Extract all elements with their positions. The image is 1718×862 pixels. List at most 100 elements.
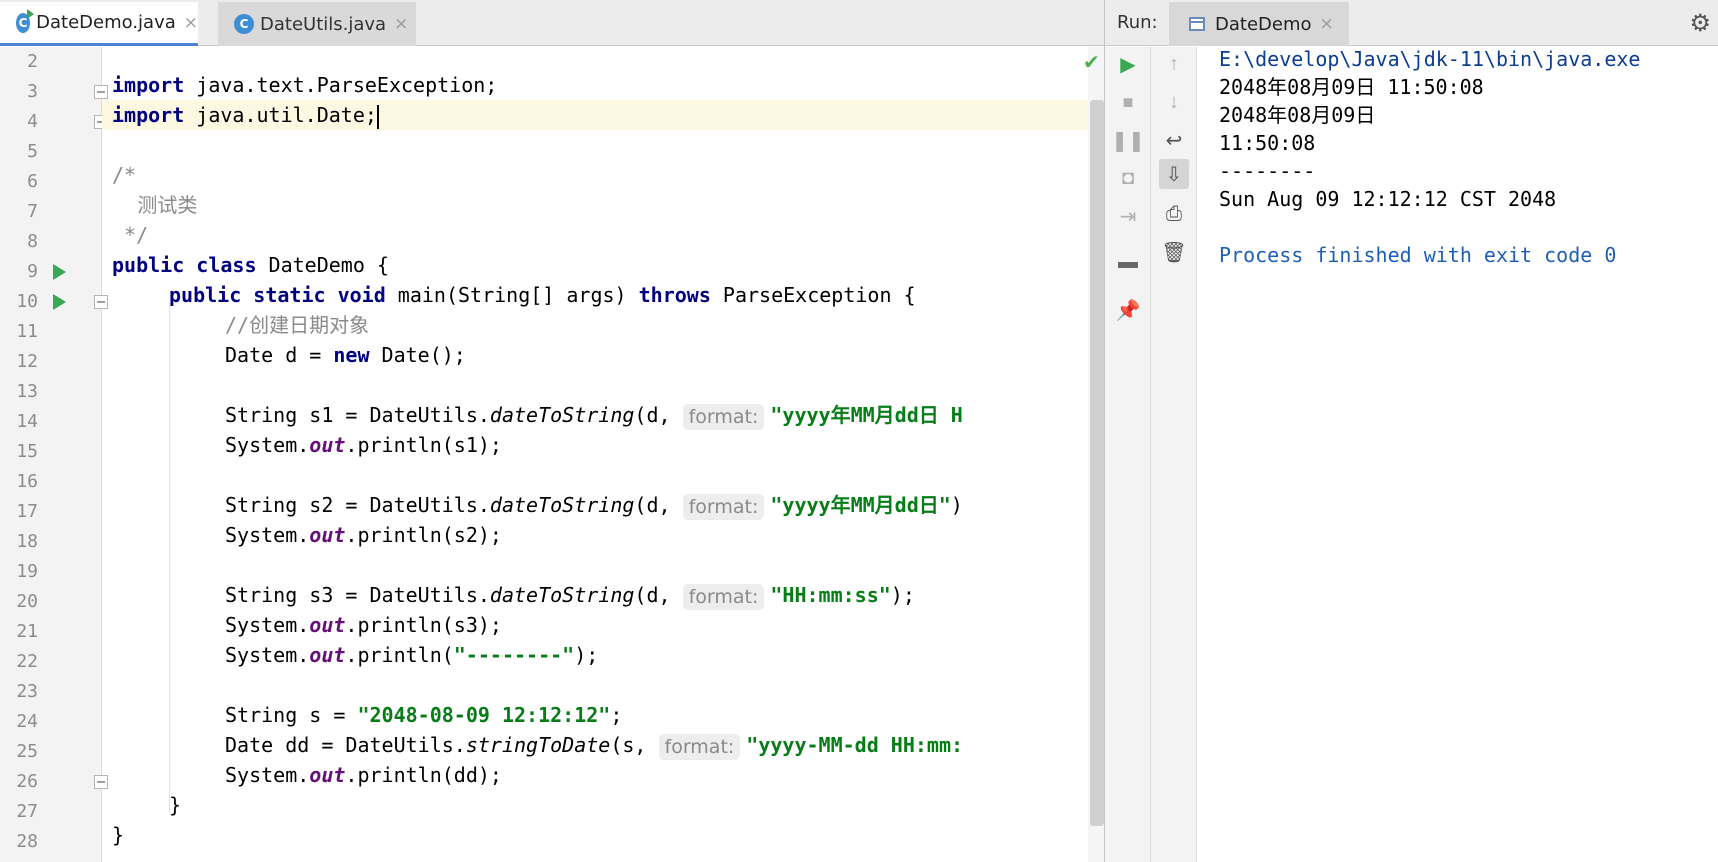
gear-icon[interactable]: ⚙ [1689,9,1711,37]
console-line: 2048年08月09日 [1219,103,1376,127]
line-number: 15 [16,441,38,462]
close-icon[interactable]: × [394,14,408,34]
tab-run-datedemo[interactable]: DateDemo × [1169,2,1349,46]
layout-icon[interactable]: ▬ [1113,247,1143,277]
line-number: 11 [16,321,38,342]
vertical-scrollbar[interactable] [1090,100,1104,826]
console-line: Process finished with exit code 0 [1219,243,1617,267]
code-line-9: public class DateDemo { [112,253,389,277]
camera-icon[interactable]: ◘ [1113,163,1143,193]
parameter-hint: format: [682,403,765,430]
run-toolbar-left: ▶ ■ ❚❚ ◘ ⇥ ▬ 📌 [1105,47,1151,862]
stop-icon[interactable]: ■ [1113,87,1143,117]
line-number: 2 [27,51,38,72]
run-header: Run: DateDemo × ⚙ [1105,0,1718,46]
parameter-hint: format: [658,733,741,760]
tab-datedemo-java[interactable]: C DateDemo.java × [0,2,198,46]
tab-dateutils-java[interactable]: C DateUtils.java × [218,2,416,46]
run-title: Run: [1117,12,1158,33]
close-icon[interactable]: × [184,13,198,33]
trash-icon[interactable]: 🗑 [1159,237,1189,267]
line-number: 6 [27,171,38,192]
arrow-up-icon[interactable]: ↑ [1159,49,1189,79]
text-caret [376,104,379,129]
code-line-17: String s2 = DateUtils.dateToString(d, fo… [225,493,963,520]
code-line-4: import java.util.Date; [102,100,1098,130]
inspection-ok-icon[interactable]: ✔ [1083,50,1100,75]
java-class-icon: C [234,14,254,34]
line-number: 4 [27,111,38,132]
code-line-10: public static void main(String[] args) t… [169,283,916,307]
code-line-28: } [112,823,125,847]
line-number: 7 [27,201,38,222]
editor-tab-bar: C DateDemo.java × C DateUtils.java × [0,0,1104,46]
code-line-25: Date dd = DateUtils.stringToDate(s, form… [225,733,964,760]
code-area[interactable]: import java.text.ParseException; import … [102,47,1098,862]
line-number: 10 [16,291,38,312]
code-line-8: */ [112,223,149,247]
code-line-14: String s1 = DateUtils.dateToString(d, fo… [225,403,963,430]
code-line-6: /* [112,163,137,187]
line-number: 21 [16,621,38,642]
line-number: 23 [16,681,38,702]
line-number-gutter[interactable]: 2 3 4 5 6 7 8 9 10 11 12 13 14 15 16 17 … [0,47,108,862]
line-number: 9 [27,261,38,282]
parameter-hint: format: [682,493,765,520]
tab-label: DateUtils.java [260,13,387,35]
run-class-icon[interactable] [53,264,66,280]
line-number: 24 [16,711,38,732]
console-line: Sun Aug 09 12:12:12 CST 2048 [1219,187,1557,211]
line-number: 28 [16,831,38,852]
code-line-7: 测试类 [112,193,198,217]
console-line: E:\develop\Java\jdk-11\bin\java.exe [1219,47,1641,71]
rerun-icon[interactable]: ▶ [1113,49,1143,79]
fold-icon[interactable] [94,85,108,99]
line-number: 16 [16,471,38,492]
line-number: 18 [16,531,38,552]
line-number: 13 [16,381,38,402]
soft-wrap-icon[interactable]: ↩ [1159,125,1189,155]
pin-icon[interactable]: 📌 [1113,295,1143,325]
arrow-down-icon[interactable]: ↓ [1159,87,1189,117]
code-line-21: System.out.println(s3); [225,613,502,637]
restore-layout-icon[interactable]: ⇥ [1113,201,1143,231]
fold-icon[interactable] [94,295,108,309]
code-line-27: } [169,793,182,817]
code-line-3: import java.text.ParseException; [112,73,498,97]
line-number: 22 [16,651,38,672]
code-line-22: System.out.println("--------"); [225,643,599,667]
scroll-to-end-icon[interactable]: ⇩ [1159,159,1189,189]
run-main-icon[interactable] [53,294,66,310]
print-icon[interactable]: ⎙ [1159,199,1189,229]
code-line-18: System.out.println(s2); [225,523,502,547]
line-number: 27 [16,801,38,822]
close-icon[interactable]: × [1320,14,1334,34]
run-tool-window[interactable]: Run: DateDemo × ⚙ ▶ ■ ❚❚ ◘ ⇥ ▬ 📌 ↑ ↓ ↩ ⇩… [1104,0,1718,862]
code-line-12: Date d = new Date(); [225,343,466,367]
code-line-11: //创建日期对象 [225,313,370,337]
fold-icon[interactable] [94,775,108,789]
code-line-26: System.out.println(dd); [225,763,502,787]
code-editor[interactable]: C DateDemo.java × C DateUtils.java × 2 3… [0,0,1104,862]
java-class-run-icon: C [16,8,35,33]
parameter-hint: format: [682,583,765,610]
line-number: 12 [16,351,38,372]
console-line: 2048年08月09日 11:50:08 [1219,75,1484,99]
code-line-20: String s3 = DateUtils.dateToString(d, fo… [225,583,915,610]
line-number: 5 [27,141,38,162]
run-tab-label: DateDemo [1215,13,1312,35]
code-line-24: String s = "2048-08-09 12:12:12"; [225,703,623,727]
code-line-15: System.out.println(s1); [225,433,502,457]
line-number: 14 [16,411,38,432]
line-number: 3 [27,81,38,102]
console-icon [1189,17,1205,31]
console-line: -------- [1219,159,1316,183]
line-number: 17 [16,501,38,522]
console-line: 11:50:08 [1219,131,1316,155]
line-number: 8 [27,231,38,252]
tab-label: DateDemo.java [36,12,176,33]
line-number: 20 [16,591,38,612]
line-number: 19 [16,561,38,582]
indent-guide [169,302,170,812]
pause-icon[interactable]: ❚❚ [1111,125,1145,155]
